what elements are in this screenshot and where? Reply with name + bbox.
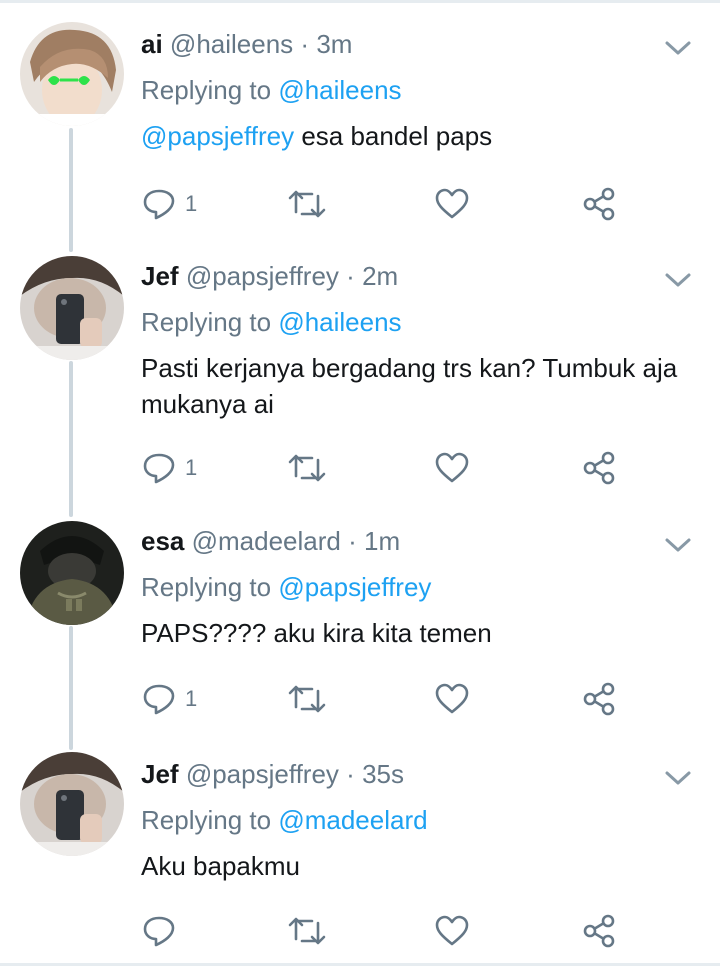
share-icon xyxy=(583,187,615,221)
retweet-icon xyxy=(288,454,326,482)
share-button[interactable] xyxy=(581,911,617,951)
replying-to-handle[interactable]: @haileens xyxy=(278,75,401,105)
tweet-actions: 1 xyxy=(141,448,681,488)
tweet-body: Pasti kerjanya bergadang trs kan? Tumbuk… xyxy=(141,353,678,419)
chevron-down-icon[interactable] xyxy=(664,768,692,788)
tweet-text: Pasti kerjanya bergadang trs kan? Tumbuk… xyxy=(141,350,686,422)
user-handle[interactable]: @madeelard xyxy=(192,526,341,556)
replying-to: Replying to @madeelard xyxy=(141,802,428,838)
reply-thread: ai @haileens · 3m Replying to @haileens … xyxy=(0,0,720,966)
tweet-text: PAPS???? aku kira kita temen xyxy=(141,615,686,651)
tweet-actions: 1 xyxy=(141,679,681,719)
display-name[interactable]: Jef xyxy=(141,261,179,291)
share-button[interactable] xyxy=(581,184,617,224)
replying-to: Replying to @papsjeffrey xyxy=(141,569,431,605)
like-button[interactable] xyxy=(434,679,470,719)
separator-dot: · xyxy=(346,261,355,291)
tweet-4[interactable]: Jef @papsjeffrey · 35s Replying to @made… xyxy=(0,730,720,963)
replying-to-handle[interactable]: @papsjeffrey xyxy=(278,572,431,602)
reply-count: 1 xyxy=(185,686,198,711)
timestamp[interactable]: 1m xyxy=(364,526,400,556)
retweet-button[interactable] xyxy=(287,448,327,488)
reply-count: 1 xyxy=(185,191,198,216)
display-name[interactable]: Jef xyxy=(141,759,179,789)
tweet-header: Jef @papsjeffrey · 2m xyxy=(141,258,398,294)
separator-dot: · xyxy=(346,759,355,789)
timestamp[interactable]: 2m xyxy=(362,261,398,291)
reply-count: 1 xyxy=(185,455,198,480)
timestamp[interactable]: 35s xyxy=(362,759,404,789)
tweet-3[interactable]: esa @madeelard · 1m Replying to @papsjef… xyxy=(0,497,720,730)
share-icon xyxy=(583,451,615,485)
heart-icon xyxy=(435,915,469,946)
tweet-1[interactable]: ai @haileens · 3m Replying to @haileens … xyxy=(0,0,720,232)
timestamp[interactable]: 3m xyxy=(316,29,352,59)
display-name[interactable]: esa xyxy=(141,526,184,556)
retweet-icon xyxy=(288,917,326,945)
user-handle[interactable]: @papsjeffrey xyxy=(186,261,339,291)
reply-icon xyxy=(143,684,175,715)
tweet-body: PAPS???? aku kira kita temen xyxy=(141,618,492,648)
tweet-actions xyxy=(141,911,681,951)
reply-button[interactable] xyxy=(141,911,185,951)
heart-icon xyxy=(435,683,469,714)
replying-to-label: Replying to xyxy=(141,307,272,337)
avatar[interactable] xyxy=(20,22,124,126)
share-button[interactable] xyxy=(581,679,617,719)
share-button[interactable] xyxy=(581,448,617,488)
tweet-text: Aku bapakmu xyxy=(141,848,686,884)
user-handle[interactable]: @papsjeffrey xyxy=(186,759,339,789)
heart-icon xyxy=(435,452,469,483)
reply-icon xyxy=(143,453,175,484)
tweet-2[interactable]: Jef @papsjeffrey · 2m Replying to @haile… xyxy=(0,232,720,497)
avatar[interactable] xyxy=(20,752,124,856)
reply-button[interactable]: 1 xyxy=(141,448,197,488)
display-name[interactable]: ai xyxy=(141,29,163,59)
replying-to-handle[interactable]: @madeelard xyxy=(278,805,427,835)
tweet-header: Jef @papsjeffrey · 35s xyxy=(141,756,404,792)
chevron-down-icon[interactable] xyxy=(664,38,692,58)
tweet-body: esa bandel paps xyxy=(294,121,493,151)
retweet-button[interactable] xyxy=(287,911,327,951)
retweet-button[interactable] xyxy=(287,679,327,719)
retweet-button[interactable] xyxy=(287,184,327,224)
tweet-actions: 1 xyxy=(141,184,681,224)
separator-dot: · xyxy=(348,526,357,556)
mention-link[interactable]: @papsjeffrey xyxy=(141,121,294,151)
replying-to-label: Replying to xyxy=(141,805,272,835)
tweet-body: Aku bapakmu xyxy=(141,851,300,881)
replying-to-label: Replying to xyxy=(141,572,272,602)
tweet-text: @papsjeffrey esa bandel paps xyxy=(141,118,686,154)
chevron-down-icon[interactable] xyxy=(664,270,692,290)
tweet-header: esa @madeelard · 1m xyxy=(141,523,400,559)
separator-dot: · xyxy=(300,29,310,59)
share-icon xyxy=(583,914,615,948)
replying-to: Replying to @haileens xyxy=(141,72,402,108)
avatar[interactable] xyxy=(20,521,124,625)
tweet-header: ai @haileens · 3m xyxy=(141,26,352,62)
reply-icon xyxy=(143,189,175,220)
retweet-icon xyxy=(288,685,326,713)
avatar[interactable] xyxy=(20,256,124,360)
user-handle[interactable]: @haileens xyxy=(170,29,293,59)
reply-icon xyxy=(143,916,175,947)
replying-to-handle[interactable]: @haileens xyxy=(278,307,401,337)
replying-to-label: Replying to xyxy=(141,75,272,105)
chevron-down-icon[interactable] xyxy=(664,535,692,555)
reply-button[interactable]: 1 xyxy=(141,679,197,719)
share-icon xyxy=(583,682,615,716)
heart-icon xyxy=(435,188,469,219)
replying-to: Replying to @haileens xyxy=(141,304,402,340)
retweet-icon xyxy=(288,190,326,218)
like-button[interactable] xyxy=(434,911,470,951)
like-button[interactable] xyxy=(434,184,470,224)
like-button[interactable] xyxy=(434,448,470,488)
reply-button[interactable]: 1 xyxy=(141,184,197,224)
